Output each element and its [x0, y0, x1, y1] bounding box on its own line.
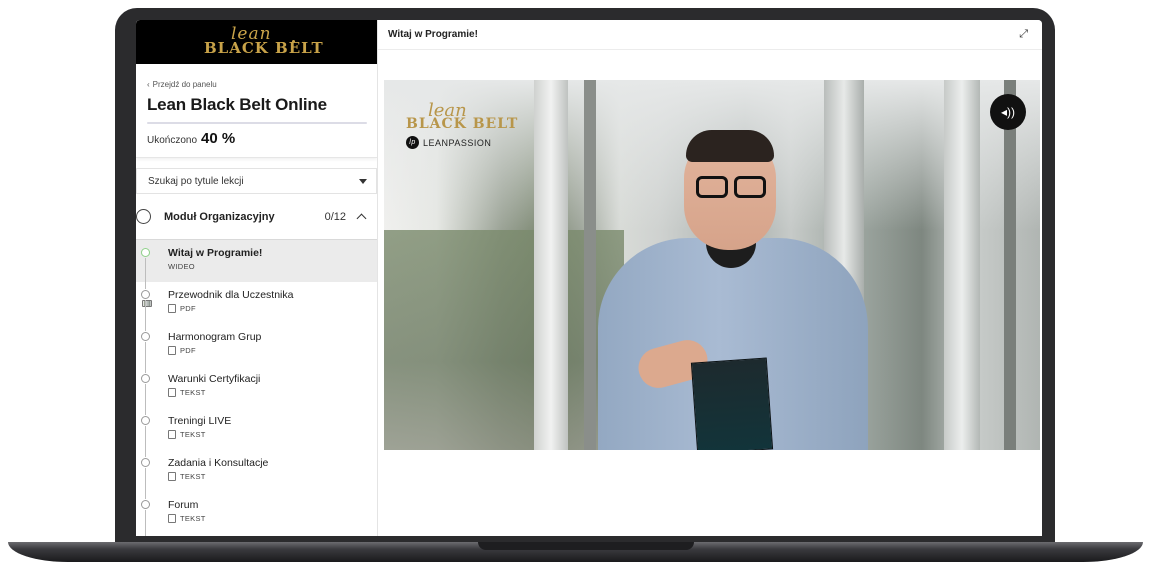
video-sub-brand-label: LEANPASSION: [423, 137, 492, 148]
module-title: Moduł Organizacyjny: [164, 210, 275, 223]
back-to-panel-link[interactable]: ‹ Przejdź do panelu: [147, 80, 366, 89]
course-card: ‹ Przejdź do panelu Lean Black Belt Onli…: [136, 72, 377, 158]
lesson-type-label: WIDEO: [168, 262, 195, 271]
lesson-type: PDF: [168, 346, 377, 355]
video-pillar: [944, 80, 980, 450]
video-logo-text: BLACK BELT: [406, 116, 519, 132]
lesson-item[interactable]: Witaj w Programie! WIDEO: [136, 240, 377, 307]
brand-logo[interactable]: lean BLACK BELT: [136, 20, 377, 64]
lesson-item[interactable]: Treningi LIVE TEKST: [136, 408, 377, 457]
pdf-icon: [168, 304, 176, 313]
lesson-item[interactable]: Zadania i Konsultacje TEKST: [136, 450, 377, 499]
video-player[interactable]: lean BLACK BELT lp LEANPASSION ◂)): [384, 80, 1040, 450]
module-header[interactable]: Moduł Organizacyjny 0/12: [136, 194, 377, 240]
leanpassion-logo-icon: lp: [406, 136, 419, 149]
video-pillar: [534, 80, 568, 450]
chevron-up-icon[interactable]: [356, 213, 367, 224]
completed-percentage: 40 %: [201, 130, 236, 147]
lesson-type-label: TEKST: [180, 514, 206, 523]
document-icon: [168, 472, 176, 481]
presenter-glasses: [696, 176, 728, 198]
screen: lean BLACK BELT ‹ Przejdź do panelu Lean…: [136, 20, 1042, 536]
presenter-hair: [686, 130, 774, 162]
logo-text: BLACK BELT: [204, 39, 324, 57]
course-title: Lean Black Belt Online: [147, 95, 327, 114]
lesson-title: Witaj w Programie!: [388, 29, 478, 40]
volume-icon: ◂)): [1000, 105, 1015, 119]
lesson-title: Harmonogram Grup: [168, 331, 262, 343]
lesson-type: TEKST: [168, 514, 377, 523]
document-icon: [168, 388, 176, 397]
completed-label: Ukończono: [147, 135, 198, 146]
video-pillar: [584, 80, 596, 450]
lesson-type: TEKST: [168, 430, 377, 439]
lesson-list: Witaj w Programie! WIDEO Przewodnik dla Uc…: [136, 240, 377, 536]
book: [690, 357, 774, 450]
lesson-title: Forum: [168, 499, 199, 511]
lesson-header: Witaj w Programie! ⤢: [378, 20, 1042, 50]
lesson-item[interactable]: Przewodnik dla Uczestnika PDF: [136, 282, 377, 331]
laptop-notch: [478, 542, 694, 550]
presenter: [598, 118, 868, 450]
lesson-type: PDF: [168, 304, 377, 313]
lesson-status-circle-icon: [141, 290, 150, 299]
lesson-connector-line: [145, 510, 146, 536]
lesson-status-circle-icon: [141, 500, 150, 509]
module-progress-count: 0/12: [324, 210, 346, 223]
lesson-type-label: PDF: [180, 346, 196, 355]
module-status-circle-icon: [136, 209, 151, 224]
document-icon: [168, 430, 176, 439]
lesson-item[interactable]: Warunki Certyfikacji TEKST: [136, 366, 377, 415]
pdf-icon: [168, 346, 176, 355]
lesson-type-label: TEKST: [180, 388, 206, 397]
expand-icon[interactable]: ⤢: [1019, 28, 1028, 41]
lesson-title: Przewodnik dla Uczestnika: [168, 289, 294, 301]
lesson-title: Witaj w Programie!: [168, 247, 263, 259]
lesson-status-circle-icon: [141, 374, 150, 383]
lesson-title: Warunki Certyfikacji: [168, 373, 261, 385]
lesson-search-placeholder: Szukaj po tytule lekcji: [148, 175, 244, 187]
caret-down-icon: [359, 178, 367, 184]
video-pillar: [1004, 80, 1016, 450]
lesson-status-circle-icon: [141, 332, 150, 341]
lesson-status-circle-icon: [141, 416, 150, 425]
lesson-status-circle-icon: [141, 458, 150, 467]
logo-dot: [292, 40, 295, 43]
lesson-type: TEKST: [168, 388, 377, 397]
lesson-search-select[interactable]: Szukaj po tytule lekcji: [136, 168, 377, 194]
presenter-glasses: [734, 176, 766, 198]
course-sidebar: lean BLACK BELT ‹ Przejdź do panelu Lean…: [136, 20, 378, 536]
lesson-title: Zadania i Konsultacje: [168, 457, 269, 469]
completion-status: Ukończono 40 %: [147, 130, 366, 147]
lesson-type-label: TEKST: [180, 430, 206, 439]
document-icon: [168, 514, 176, 523]
lesson-status-circle-icon: [141, 248, 150, 257]
lesson-type: WIDEO: [142, 262, 377, 307]
chevron-left-icon: ‹: [147, 80, 150, 89]
back-link-label: Przejdź do panelu: [152, 80, 217, 89]
lesson-title: Treningi LIVE: [168, 415, 232, 427]
lesson-main: Witaj w Programie! ⤢ lean BLACK BELT lp …: [378, 20, 1042, 536]
volume-button[interactable]: ◂)): [990, 94, 1026, 130]
lesson-type-label: PDF: [180, 304, 196, 313]
lesson-item[interactable]: Harmonogram Grup PDF: [136, 324, 377, 373]
video-sub-brand: lp LEANPASSION: [406, 136, 491, 149]
lesson-item[interactable]: Forum TEKST: [136, 492, 377, 536]
lesson-type: TEKST: [168, 472, 377, 481]
lesson-type-label: TEKST: [180, 472, 206, 481]
progress-bar: [147, 122, 367, 124]
